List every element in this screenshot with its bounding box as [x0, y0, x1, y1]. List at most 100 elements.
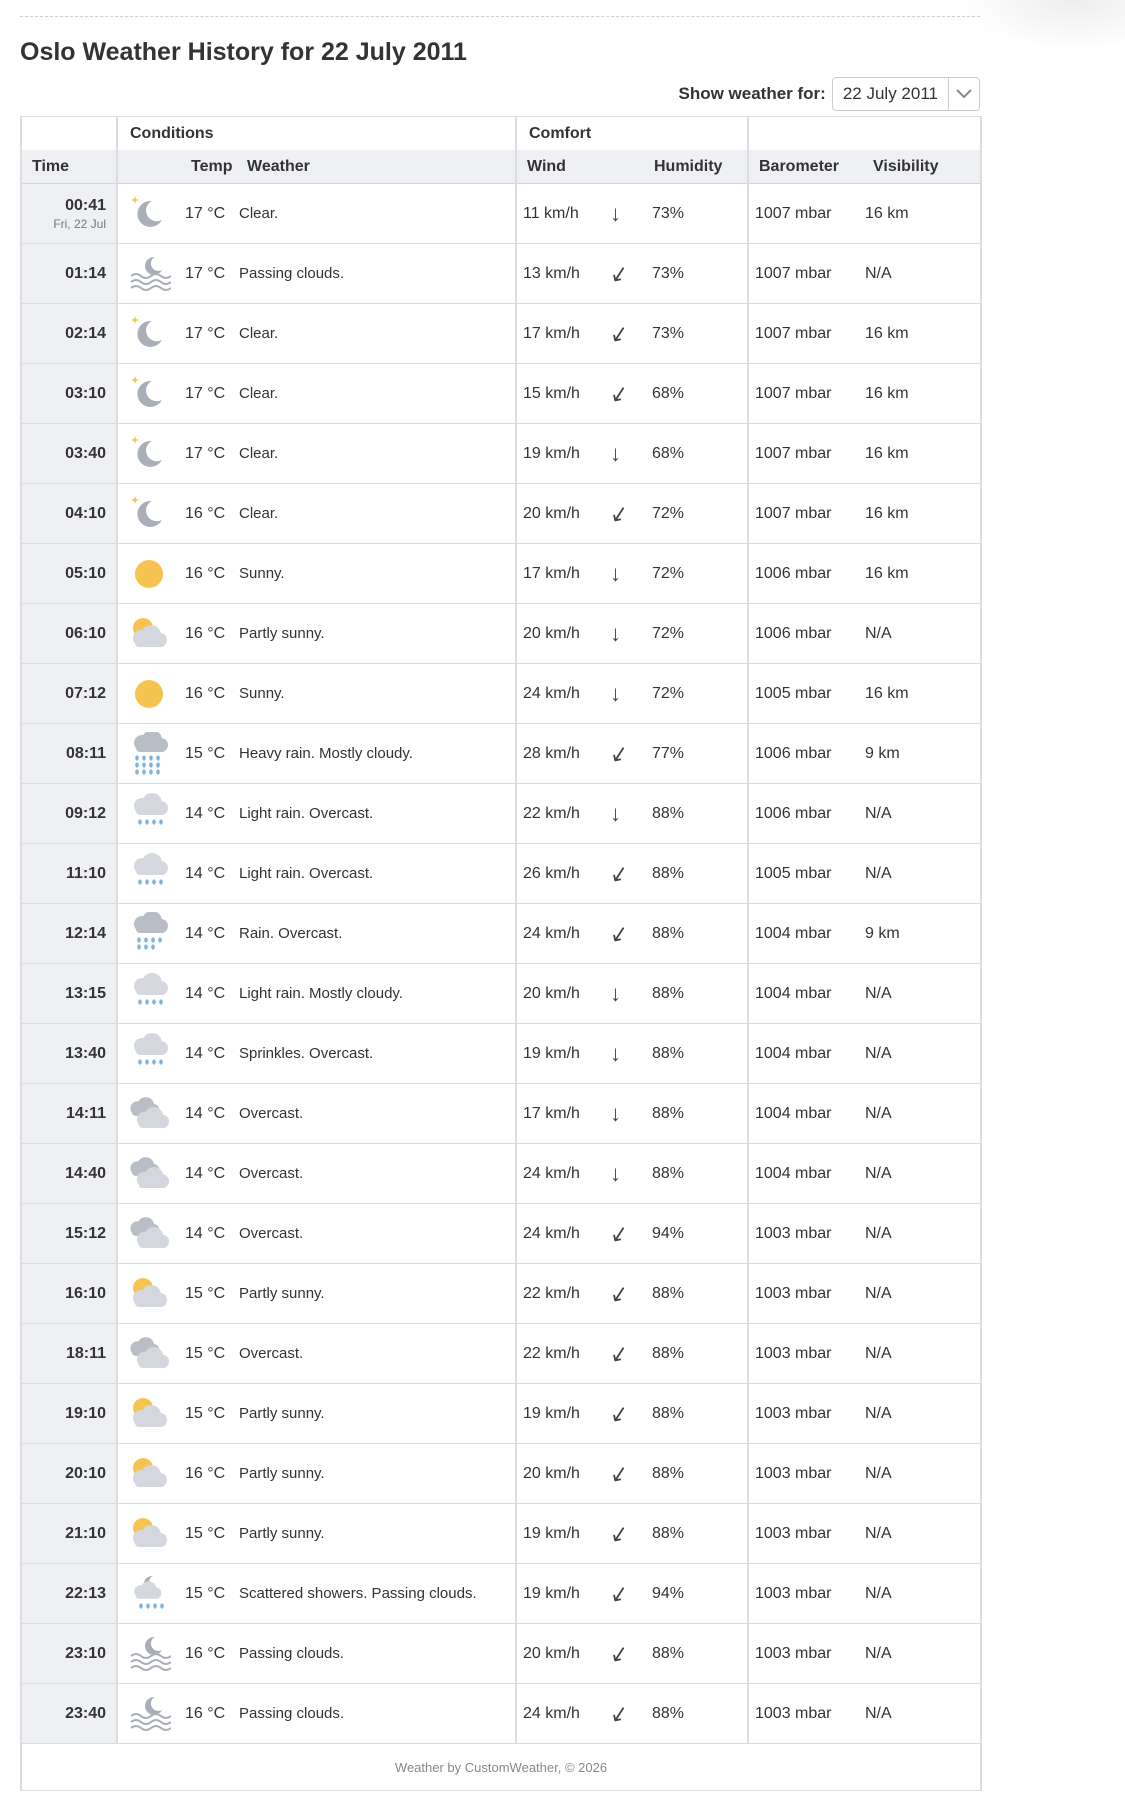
- wind-direction-icon: ↓: [610, 183, 648, 244]
- row-visibility: 9 km: [859, 903, 982, 964]
- row-humidity: 94%: [648, 1203, 748, 1264]
- row-time: 20:10: [20, 1443, 117, 1504]
- row-temp: 16 °C: [179, 603, 239, 664]
- row-barometer: 1003 mbar: [747, 1623, 859, 1684]
- wind-direction-icon: ↙: [607, 1383, 648, 1444]
- date-select[interactable]: 22 July 2011: [831, 77, 980, 111]
- row-wind: 15 km/h: [515, 363, 610, 424]
- row-weather-icon: [116, 603, 179, 664]
- row-visibility: N/A: [859, 1503, 982, 1564]
- row-barometer: 1004 mbar: [747, 1023, 859, 1084]
- row-barometer: 1003 mbar: [747, 1383, 859, 1444]
- row-barometer: 1003 mbar: [747, 1683, 859, 1744]
- table-row: 19:10 15 °C Partly sunny. 19 km/h ↙ 88% …: [20, 1383, 982, 1444]
- row-weather: Overcast.: [239, 1323, 516, 1384]
- column-header-row: Time Temp Weather Wind Humidity Baromete…: [20, 150, 982, 184]
- table-row: 23:10 16 °C Passing clouds. 20 km/h ↙ 88…: [20, 1623, 982, 1684]
- row-wind: 17 km/h: [515, 303, 610, 364]
- row-visibility: 16 km: [859, 663, 982, 724]
- moon-fog-icon: [118, 252, 179, 296]
- row-humidity: 68%: [648, 423, 748, 484]
- row-humidity: 73%: [648, 243, 748, 304]
- row-wind: 19 km/h: [515, 1563, 610, 1624]
- row-visibility: N/A: [859, 783, 982, 844]
- wind-direction-icon: ↙: [607, 1563, 648, 1624]
- table-footer: Weather by CustomWeather, © 2026: [20, 1743, 982, 1791]
- row-visibility: N/A: [859, 1203, 982, 1264]
- row-wind: 19 km/h: [515, 423, 610, 484]
- row-barometer: 1007 mbar: [747, 243, 859, 304]
- moon-fog-icon: [118, 1632, 179, 1676]
- row-humidity: 72%: [648, 603, 748, 664]
- row-barometer: 1007 mbar: [747, 483, 859, 544]
- row-wind: 28 km/h: [515, 723, 610, 784]
- row-temp: 17 °C: [179, 423, 239, 484]
- group-header-conditions: Conditions: [116, 116, 516, 150]
- table-row: 03:10 17 °C Clear. 15 km/h ↙ 68% 1007 mb…: [20, 363, 982, 424]
- wind-direction-icon: ↙: [607, 1683, 648, 1744]
- wind-direction-icon: ↙: [607, 723, 648, 784]
- table-row: 05:10 16 °C Sunny. 17 km/h ↓ 72% 1006 mb…: [20, 543, 982, 604]
- row-time: 23:40: [20, 1683, 117, 1744]
- row-weather-icon: [116, 303, 179, 364]
- row-temp: 17 °C: [179, 303, 239, 364]
- table-row: 16:10 15 °C Partly sunny. 22 km/h ↙ 88% …: [20, 1263, 982, 1324]
- row-wind: 24 km/h: [515, 663, 610, 724]
- row-wind: 20 km/h: [515, 963, 610, 1024]
- row-weather-icon: [116, 1503, 179, 1564]
- group-header-row: Conditions Comfort: [20, 116, 982, 150]
- row-humidity: 88%: [648, 843, 748, 904]
- row-barometer: 1006 mbar: [747, 783, 859, 844]
- row-wind: 22 km/h: [515, 783, 610, 844]
- row-time: 09:12: [20, 783, 117, 844]
- sun-icon: [118, 552, 179, 596]
- row-visibility: N/A: [859, 1563, 982, 1624]
- light-rain-icon: [118, 852, 179, 896]
- row-barometer: 1006 mbar: [747, 543, 859, 604]
- col-humidity: Humidity: [648, 150, 748, 184]
- row-barometer: 1005 mbar: [747, 663, 859, 724]
- row-humidity: 72%: [648, 543, 748, 604]
- row-weather: Partly sunny.: [239, 1443, 516, 1504]
- table-row: 21:10 15 °C Partly sunny. 19 km/h ↙ 88% …: [20, 1503, 982, 1564]
- group-header-blank: [747, 116, 982, 150]
- table-row: 07:12 16 °C Sunny. 24 km/h ↓ 72% 1005 mb…: [20, 663, 982, 724]
- row-visibility: 16 km: [859, 183, 982, 244]
- row-barometer: 1003 mbar: [747, 1263, 859, 1324]
- page-title: Oslo Weather History for 22 July 2011: [20, 38, 467, 66]
- row-weather-icon: [116, 1323, 179, 1384]
- wind-direction-icon: ↙: [607, 363, 648, 424]
- row-visibility: N/A: [859, 843, 982, 904]
- row-barometer: 1005 mbar: [747, 843, 859, 904]
- wind-direction-icon: ↙: [607, 303, 648, 364]
- row-humidity: 94%: [648, 1563, 748, 1624]
- row-time: 23:10: [20, 1623, 117, 1684]
- row-visibility: N/A: [859, 1023, 982, 1084]
- row-temp: 16 °C: [179, 663, 239, 724]
- moon-clear-icon: [118, 192, 179, 236]
- row-visibility: N/A: [859, 1683, 982, 1744]
- row-humidity: 73%: [648, 303, 748, 364]
- row-weather: Passing clouds.: [239, 243, 516, 304]
- chevron-down-icon[interactable]: [948, 78, 979, 110]
- row-weather-icon: [116, 183, 179, 244]
- wind-direction-icon: ↙: [607, 483, 648, 544]
- row-weather: Light rain. Overcast.: [239, 843, 516, 904]
- table-row: 15:12 14 °C Overcast. 24 km/h ↙ 94% 1003…: [20, 1203, 982, 1264]
- row-weather-icon: [116, 243, 179, 304]
- row-barometer: 1006 mbar: [747, 723, 859, 784]
- row-time: 11:10: [20, 843, 117, 904]
- row-visibility: N/A: [859, 1323, 982, 1384]
- row-visibility: N/A: [859, 1383, 982, 1444]
- row-temp: 15 °C: [179, 1323, 239, 1384]
- col-time: Time: [20, 150, 117, 184]
- row-weather-icon: [116, 723, 179, 784]
- table-row: 06:10 16 °C Partly sunny. 20 km/h ↓ 72% …: [20, 603, 982, 664]
- row-humidity: 88%: [648, 963, 748, 1024]
- row-barometer: 1004 mbar: [747, 963, 859, 1024]
- row-weather-icon: [116, 843, 179, 904]
- row-humidity: 88%: [648, 1263, 748, 1324]
- rain-icon: [118, 911, 179, 956]
- row-barometer: 1004 mbar: [747, 1143, 859, 1204]
- wind-direction-icon: ↙: [607, 903, 648, 964]
